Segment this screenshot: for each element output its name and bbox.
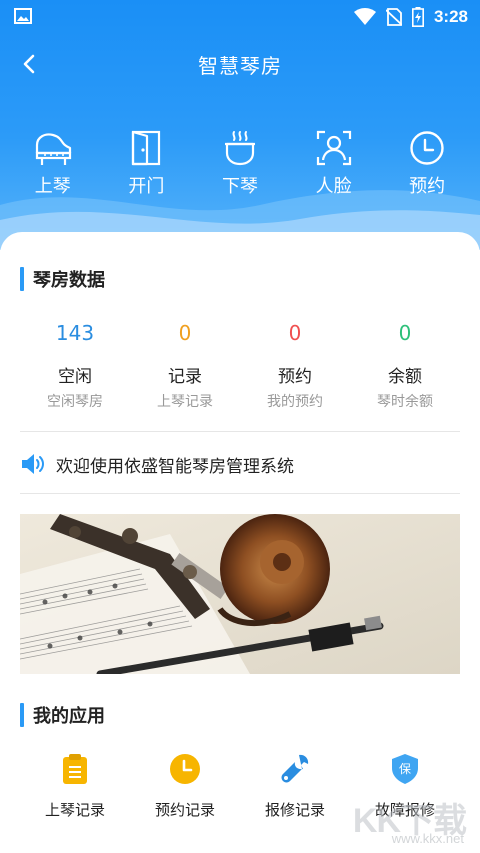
app-reservation-records[interactable]: 预约记录 [130,752,240,820]
watermark: KK下载 www.kkx.net [344,791,474,853]
no-sim-icon [385,8,402,26]
status-time: 3:28 [433,7,468,26]
quick-action-label: 开门 [128,176,165,197]
stat-label: 预约 [278,367,312,387]
room-stats: 143 空闲 空闲琴房 0 记录 上琴记录 0 预约 我的预约 0 余额 琴时余… [20,320,460,411]
hero-header: 3:28 智慧琴房 上琴 开门 下琴 人脸 预约 [0,0,480,250]
stat-sub-label: 空闲琴房 [47,394,103,410]
cup-icon [224,131,255,166]
wrench-icon [281,754,309,783]
stat-records[interactable]: 0 记录 上琴记录 [130,320,240,411]
my-apps-section-header: 我的应用 [20,702,105,728]
quick-action-label: 预约 [409,176,446,197]
section-accent-bar [20,703,24,727]
app-repair-records[interactable]: 报修记录 [240,752,350,820]
stat-label: 余额 [388,367,422,387]
section-accent-bar [20,267,24,291]
face-scan-icon [316,130,351,166]
banner-image[interactable] [20,514,460,674]
room-data-section-header: 琴房数据 [20,266,105,292]
status-bar: 3:28 [0,0,480,34]
clock-icon [410,131,444,165]
wifi-icon [353,8,376,25]
stat-sub-label: 上琴记录 [157,394,213,410]
battery-charging-icon [411,7,424,27]
quick-action-reserve[interactable]: 预约 [387,128,467,198]
piano-icon [35,133,71,165]
stat-sub-label: 琴时余额 [377,394,433,410]
quick-action-open-door[interactable]: 开门 [106,128,186,198]
title-bar: 智慧琴房 [0,40,480,86]
divider [20,493,460,494]
gallery-notification-icon [14,8,32,24]
quick-action-label: 人脸 [315,176,352,197]
shield-icon: 保 [392,754,418,784]
stat-value: 0 [178,321,192,345]
section-title: 琴房数据 [33,270,105,291]
stat-value: 0 [398,321,412,345]
speaker-icon [22,454,44,474]
app-checkin-records[interactable]: 上琴记录 [20,752,130,820]
quick-action-checkin[interactable]: 上琴 [13,128,93,198]
quick-actions: 上琴 开门 下琴 人脸 预约 [0,128,480,198]
stat-label: 空闲 [58,367,92,387]
door-icon [132,130,161,166]
stat-balance[interactable]: 0 余额 琴时余额 [350,320,460,411]
quick-action-face[interactable]: 人脸 [294,128,374,198]
quick-action-checkout[interactable]: 下琴 [200,128,280,198]
notice-bar[interactable]: 欢迎使用依盛智能琴房管理系统 [20,448,460,480]
violin-sheet-music-image [20,514,460,674]
section-title: 我的应用 [33,706,105,727]
app-label: 上琴记录 [44,801,105,819]
quick-action-label: 下琴 [221,176,258,197]
app-label: 预约记录 [154,801,215,819]
stat-reservations[interactable]: 0 预约 我的预约 [240,320,350,411]
stat-label: 记录 [168,367,202,387]
svg-text:保: 保 [399,762,411,776]
stat-value: 0 [288,321,302,345]
page-title: 智慧琴房 [198,54,282,78]
clock-icon [170,754,200,784]
watermark-url: www.kkx.net [391,831,464,846]
stat-idle[interactable]: 143 空闲 空闲琴房 [20,320,130,411]
notice-text: 欢迎使用依盛智能琴房管理系统 [56,456,294,477]
clipboard-icon [63,754,87,784]
app-label: 报修记录 [264,801,325,819]
stat-value: 143 [55,321,95,345]
quick-action-label: 上琴 [34,176,71,197]
stat-sub-label: 我的预约 [267,394,323,410]
divider [20,431,460,432]
